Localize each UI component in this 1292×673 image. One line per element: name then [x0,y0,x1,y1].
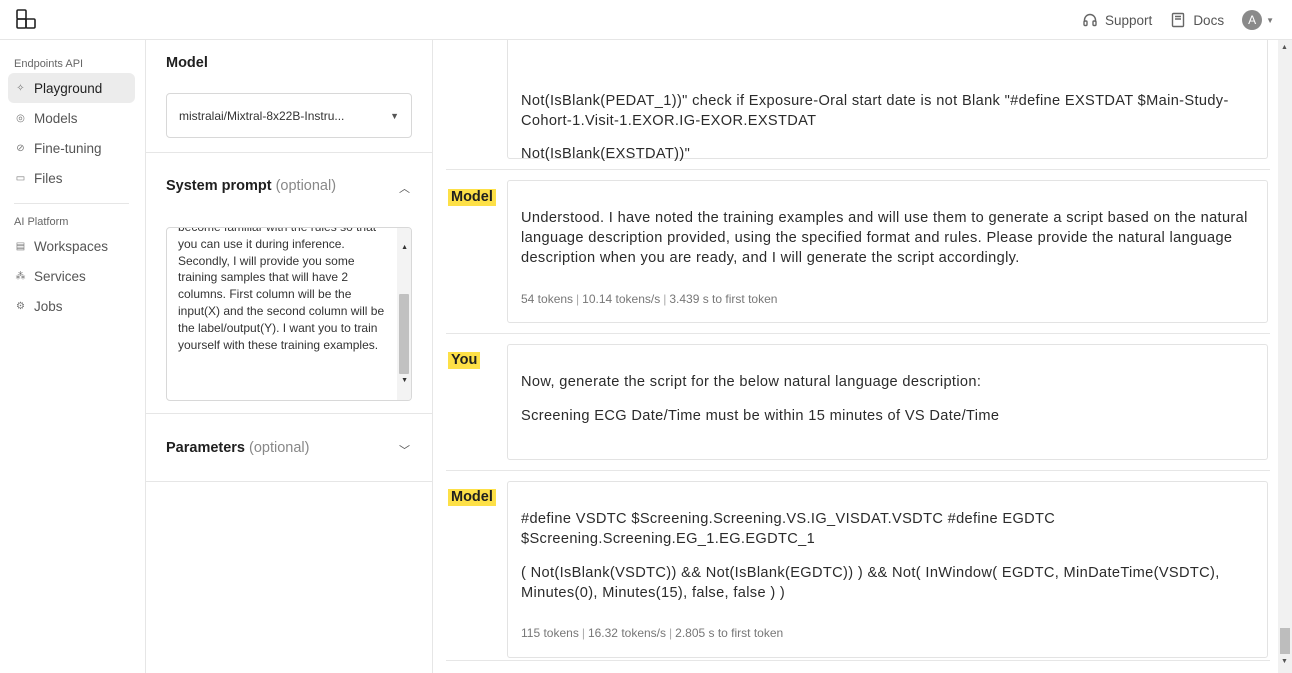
model-title: Model [166,55,208,71]
page-scrollbar[interactable]: ▲ ▼ [1278,40,1292,673]
first-token-latency: 2.805 s to first token [675,626,784,640]
sidebar-item-label: Fine-tuning [34,140,102,156]
sidebar-item-files[interactable]: ▭ Files [8,163,135,193]
token-speed: 16.32 tokens/s [587,626,667,640]
sidebar-divider [14,203,129,204]
scroll-up-icon[interactable]: ▲ [1281,44,1288,51]
model-section: Model mistralai/Mixtral-8x22B-Instru... … [146,40,432,153]
role-label: You [448,352,481,369]
sidebar-item-fine-tuning[interactable]: ⊘ Fine-tuning [8,133,135,163]
support-label: Support [1105,12,1153,28]
message-paragraph: Understood. I have noted the training ex… [521,210,1248,267]
account-menu[interactable]: A ▼ [1242,10,1274,30]
chat-area: Not(IsBlank(PEDAT_1))" check if Exposure… [433,40,1292,673]
sidebar: Endpoints API ✧ Playground ◎ Models ⊘ Fi… [0,40,146,673]
sidebar-item-label: Workspaces [34,238,109,254]
parameters-section: Parameters (optional) ﹀ [146,414,432,482]
page-scrollbar-thumb[interactable] [1280,628,1290,654]
role-label: Model [448,489,496,506]
chevron-down-icon: ▼ [1266,15,1274,25]
parameters-label: Parameters [166,440,245,456]
book-icon [1172,12,1185,28]
message-row: Model Understood. I have noted the train… [446,170,1270,334]
sparkle-icon: ✧ [16,82,25,94]
scroll-down-icon[interactable]: ▼ [1281,658,1288,665]
system-prompt-text: become familiar with the rules so that y… [178,227,385,352]
globe-icon: ◎ [16,112,25,124]
top-right-actions: Support Docs A ▼ [1082,0,1274,40]
message-row: You Now, generate the script for the bel… [446,334,1270,471]
sidebar-item-label: Models [34,110,78,126]
message-row: Not(IsBlank(PEDAT_1))" check if Exposure… [446,40,1270,170]
system-prompt-title[interactable]: System prompt (optional) [166,178,336,194]
message-bubble: Now, generate the script for the below n… [507,344,1268,460]
message-bubble: Understood. I have noted the training ex… [507,180,1268,323]
avatar: A [1242,10,1263,30]
docs-link[interactable]: Docs [1170,12,1224,28]
top-bar: Support Docs A ▼ [0,0,1292,40]
sidebar-item-models[interactable]: ◎ Models [8,103,135,133]
message-paragraph: Screening ECG Date/Time must be within 1… [521,408,1000,424]
message-paragraph: Now, generate the script for the below n… [521,374,982,390]
sidebar-item-playground[interactable]: ✧ Playground [8,73,135,103]
sidebar-section-ai-platform: AI Platform [14,216,69,228]
sidebar-section-endpoints: Endpoints API [14,58,84,70]
model-select-value: mistralai/Mixtral-8x22B-Instru... [179,108,345,123]
model-select[interactable]: mistralai/Mixtral-8x22B-Instru... ▼ [166,93,412,138]
textarea-scrollbar[interactable]: ▲ ▼ [397,228,411,400]
caret-down-icon: ▼ [390,110,399,121]
config-panel: Model mistralai/Mixtral-8x22B-Instru... … [146,40,433,673]
message-paragraph: Not(IsBlank(PEDAT_1))" check if Exposure… [521,93,1229,130]
parameters-optional: (optional) [249,440,310,456]
circle-check-icon: ⊘ [16,142,25,154]
token-count: 54 tokens [521,292,574,306]
support-link[interactable]: Support [1082,12,1152,28]
message-stats: 54 tokens | 10.14 tokens/s | 3.439 s to firs… [521,292,778,306]
sidebar-item-jobs[interactable]: ⚙ Jobs [8,291,135,321]
gear-icon: ⚙ [16,300,25,312]
message-paragraph: Not(IsBlank(EXSTDAT))" [521,146,691,162]
message-bubble: #define VSDTC $Screening.Screening.VS.IG… [507,481,1268,658]
layers-logo-icon[interactable] [15,8,37,30]
sidebar-item-label: Jobs [34,298,63,314]
sidebar-list-platform: ▤ Workspaces ⁂ Services ⚙ Jobs [0,231,145,321]
scroll-down-icon[interactable]: ▼ [401,377,408,384]
message-bubble: Not(IsBlank(PEDAT_1))" check if Exposure… [507,40,1268,162]
broadcast-icon: ⁂ [15,270,26,282]
scrollbar-thumb[interactable] [399,294,409,374]
sidebar-item-label: Services [34,268,86,284]
role-label: Model [448,189,496,206]
docs-label: Docs [1193,12,1225,28]
sidebar-item-label: Playground [34,80,103,96]
parameters-title[interactable]: Parameters (optional) [166,440,309,456]
headset-icon [1083,13,1097,27]
system-prompt-optional: (optional) [275,178,337,194]
scroll-up-icon[interactable]: ▲ [401,244,408,251]
system-prompt-textarea[interactable]: become familiar with the rules so that y… [166,227,412,401]
sidebar-list-endpoints: ✧ Playground ◎ Models ⊘ Fine-tuning ▭ Fi… [0,73,145,193]
message-row: Model #define VSDTC $Screening.Screening… [446,471,1270,661]
chevron-down-icon[interactable]: ﹀ [399,442,410,458]
system-prompt-section: System prompt (optional) ︿ become famili… [146,153,432,414]
message-stats: 115 tokens | 16.32 tokens/s | 2.805 s to fir… [521,626,784,640]
first-token-latency: 3.439 s to first token [669,292,778,306]
message-paragraph: ( Not(IsBlank(VSDTC)) && Not(IsBlank(EGD… [521,565,1220,602]
sidebar-item-workspaces[interactable]: ▤ Workspaces [8,231,135,261]
token-count: 115 tokens [521,626,579,640]
sidebar-item-services[interactable]: ⁂ Services [8,261,135,291]
chevron-up-icon[interactable]: ︿ [399,180,410,196]
folder-icon: ▭ [15,172,26,184]
window-icon: ▤ [15,240,26,252]
token-speed: 10.14 tokens/s [582,292,661,306]
sidebar-item-label: Files [34,170,63,186]
message-paragraph: #define VSDTC $Screening.Screening.VS.IG… [521,511,1056,548]
system-prompt-label: System prompt [166,178,272,194]
